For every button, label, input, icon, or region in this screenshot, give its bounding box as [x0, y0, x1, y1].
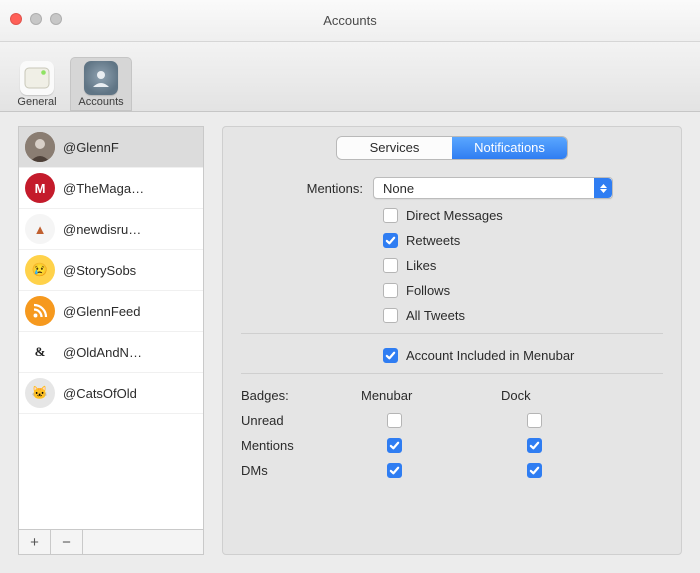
avatar: & [25, 337, 55, 367]
account-row[interactable]: M @TheMaga… [19, 168, 203, 209]
badges-col-menubar: Menubar [361, 388, 501, 403]
account-row[interactable]: @GlennF [19, 127, 203, 168]
account-row[interactable]: 😢 @StorySobs [19, 250, 203, 291]
user-icon [84, 61, 118, 95]
badge-cell [361, 413, 501, 428]
notif-option-label: All Tweets [406, 308, 465, 323]
badge-dock-checkbox[interactable] [527, 438, 542, 453]
badge-row-label: Mentions [241, 438, 361, 453]
tab-notifications[interactable]: Notifications [452, 137, 567, 159]
divider [241, 373, 663, 374]
account-row[interactable]: ▲ @newdisru… [19, 209, 203, 250]
mentions-label: Mentions: [241, 181, 373, 196]
notif-option-checkbox[interactable] [383, 208, 398, 223]
account-handle: @GlennF [63, 140, 119, 155]
account-handle: @OldAndN… [63, 345, 142, 360]
account-handle: @TheMaga… [63, 181, 144, 196]
avatar: M [25, 173, 55, 203]
settings-panel: Services Notifications Mentions: None Di… [222, 126, 682, 555]
badge-row-label: DMs [241, 463, 361, 478]
mentions-select[interactable]: None [373, 177, 613, 199]
badge-dock-checkbox[interactable] [527, 463, 542, 478]
minimize-icon[interactable] [30, 13, 42, 25]
badges-grid: Badges: Menubar Dock Unread Mentions DMs [241, 388, 663, 478]
mentions-row: Mentions: None [241, 177, 663, 199]
window-title: Accounts [0, 0, 700, 42]
close-icon[interactable] [10, 13, 22, 25]
badge-cell [361, 463, 501, 478]
notif-option-row: Likes [383, 258, 663, 273]
avatar [25, 132, 55, 162]
badge-cell [501, 413, 641, 428]
badges-col-dock: Dock [501, 388, 641, 403]
account-list[interactable]: @GlennF M @TheMaga… ▲ @newdisru… 😢 @StorySobs @… [18, 126, 204, 529]
notif-option-label: Retweets [406, 233, 460, 248]
tab-services[interactable]: Services [337, 137, 452, 159]
toolbar: General Accounts [0, 42, 700, 112]
account-handle: @StorySobs [63, 263, 136, 278]
account-in-menubar-checkbox[interactable] [383, 348, 398, 363]
notif-option-checkbox[interactable] [383, 283, 398, 298]
main-content: @GlennF M @TheMaga… ▲ @newdisru… 😢 @StorySobs @… [0, 112, 700, 573]
notif-option-row: Retweets [383, 233, 663, 248]
badge-row-label: Unread [241, 413, 361, 428]
zoom-icon[interactable] [50, 13, 62, 25]
remove-account-button[interactable]: − [51, 530, 83, 554]
notif-option-checkbox[interactable] [383, 308, 398, 323]
notif-option-row: Direct Messages [383, 208, 663, 223]
badge-cell [361, 438, 501, 453]
notif-option-label: Direct Messages [406, 208, 503, 223]
tab-segmented: Services Notifications [337, 137, 567, 159]
badge-menubar-checkbox[interactable] [387, 438, 402, 453]
list-footer: + − [18, 529, 204, 555]
avatar: 🐱 [25, 378, 55, 408]
avatar: ▲ [25, 214, 55, 244]
chevron-up-down-icon [594, 178, 612, 198]
divider [241, 333, 663, 334]
notif-option-label: Follows [406, 283, 450, 298]
switch-icon [20, 61, 54, 95]
toolbar-accounts-button[interactable]: Accounts [70, 57, 132, 111]
badges-heading: Badges: [241, 388, 361, 403]
notif-option-checkbox[interactable] [383, 258, 398, 273]
badge-menubar-checkbox[interactable] [387, 463, 402, 478]
mentions-value: None [383, 181, 414, 196]
account-row[interactable]: @GlennFeed [19, 291, 203, 332]
account-in-menubar-row: Account Included in Menubar [383, 348, 663, 363]
account-handle: @CatsOfOld [63, 386, 137, 401]
account-handle: @newdisru… [63, 222, 141, 237]
account-in-menubar-label: Account Included in Menubar [406, 348, 574, 363]
badge-menubar-checkbox[interactable] [387, 413, 402, 428]
notif-option-row: All Tweets [383, 308, 663, 323]
notif-option-label: Likes [406, 258, 436, 273]
badge-dock-checkbox[interactable] [527, 413, 542, 428]
add-account-button[interactable]: + [19, 530, 51, 554]
avatar: 😢 [25, 255, 55, 285]
account-row[interactable]: 🐱 @CatsOfOld [19, 373, 203, 414]
notif-option-checkbox[interactable] [383, 233, 398, 248]
account-row[interactable]: &@OldAndN… [19, 332, 203, 373]
titlebar: Accounts [0, 0, 700, 42]
account-sidebar: @GlennF M @TheMaga… ▲ @newdisru… 😢 @StorySobs @… [18, 126, 204, 555]
toolbar-general-label: General [6, 96, 68, 108]
badge-cell [501, 438, 641, 453]
toolbar-general-button[interactable]: General [6, 57, 68, 111]
account-handle: @GlennFeed [63, 304, 141, 319]
notif-option-row: Follows [383, 283, 663, 298]
toolbar-accounts-label: Accounts [70, 96, 132, 108]
badge-cell [501, 463, 641, 478]
avatar [25, 296, 55, 326]
window-controls [10, 13, 62, 25]
